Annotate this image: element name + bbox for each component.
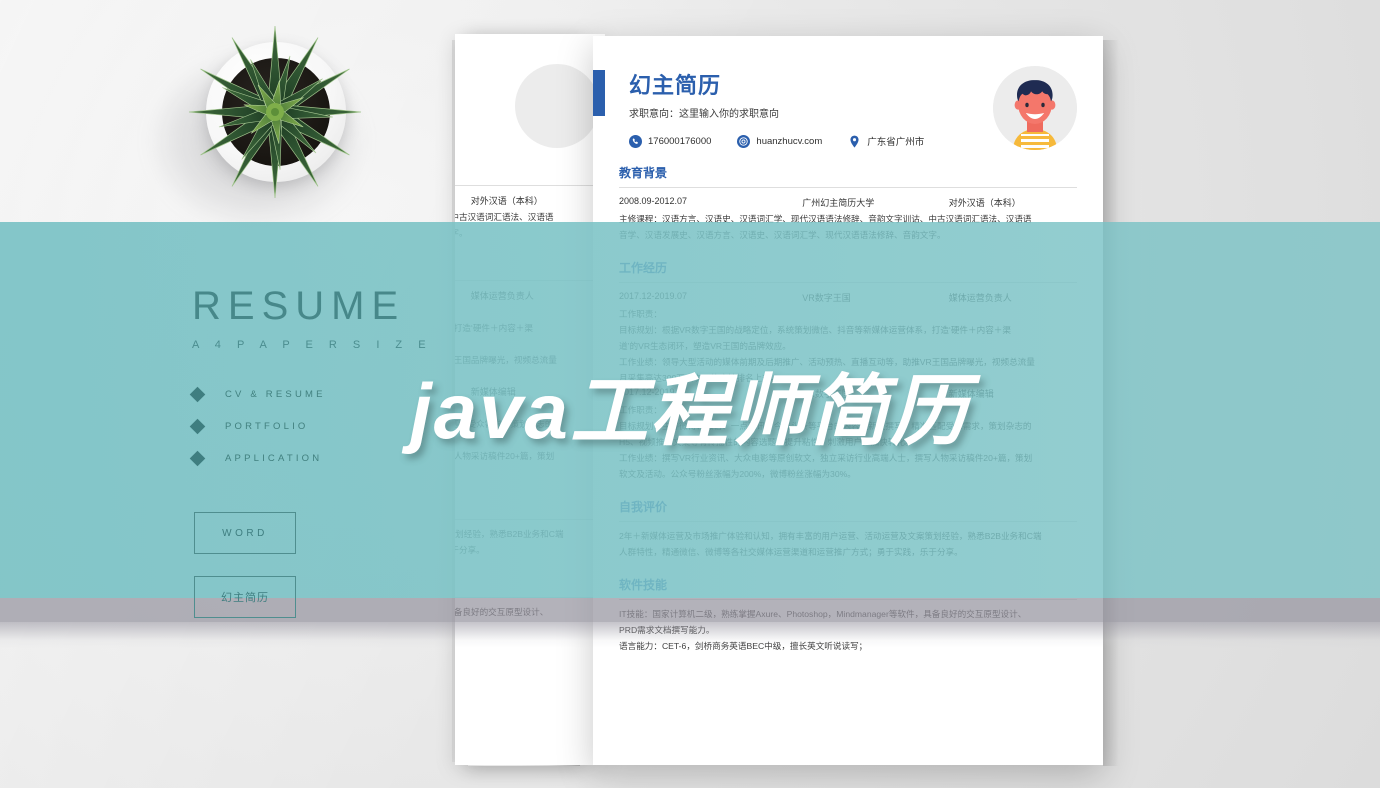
entry-meta-row: 2008.09-2012.07 广州幻主简历大学 对外汉语（本科）	[619, 196, 1077, 209]
screenshot-stage: 幻主简历 求职意向：这里输入你的求职意向 176000176000 huanzh…	[0, 0, 1380, 788]
entry-role: 对外汉语（本科）	[948, 198, 1021, 208]
diamond-bullet-icon	[189, 450, 206, 467]
word-download-button[interactable]: WORD	[194, 512, 296, 554]
avatar	[993, 66, 1077, 150]
contact-email: huanzhucv.com	[737, 134, 823, 148]
band-fade	[0, 622, 1380, 648]
resume-header: 幻主简历 求职意向：这里输入你的求职意向 176000176000 huanzh…	[593, 36, 1103, 150]
section-divider	[455, 185, 599, 186]
contact-location: 广东省广州市	[848, 134, 924, 148]
section-title: 教育背景	[455, 162, 599, 179]
avatar-clone	[515, 64, 599, 148]
overlay-title: java工程师简历	[410, 367, 970, 455]
email-icon	[737, 134, 751, 148]
entry-meta-row: 2008.09-2012.07广州幻主简历大学对外汉语（本科）	[455, 194, 599, 207]
huanzhu-brand-button[interactable]: 幻主简历	[194, 576, 296, 618]
resume-header-clone: 幻主简历 求职意向：这里输入你的求职意向 176000176000 huanzh…	[455, 34, 605, 148]
contact-email-value: huanzhucv.com	[756, 135, 823, 147]
contact-phone-value: 176000176000	[648, 135, 712, 147]
marketing-subtitle: A 4 P A P E R S I Z E	[192, 339, 433, 351]
avatar-illustration-icon	[993, 66, 1077, 150]
entry-org: 广州幻主简历大学	[455, 194, 471, 207]
entry-date: 2008.09-2012.07	[619, 196, 688, 206]
section-title: 教育背景	[619, 166, 668, 180]
succulent-leaves-icon	[188, 25, 362, 199]
section-divider	[619, 187, 1077, 188]
marketing-bullet-label: APPLICATION	[225, 453, 323, 464]
word-button-label: WORD	[222, 527, 268, 539]
header-accent-bar	[593, 70, 605, 116]
succulent-plant-photo	[152, 22, 375, 226]
huanzhu-button-label: 幻主简历	[221, 592, 269, 604]
entry-role: 对外汉语（本科）	[470, 196, 543, 206]
entry-org: 广州幻主简历大学	[802, 198, 875, 208]
phone-icon	[629, 134, 642, 148]
contact-location-value: 广东省广州市	[867, 137, 925, 148]
contact-phone: 176000176000	[629, 134, 712, 148]
location-icon	[850, 135, 859, 148]
marketing-title: RESUME	[192, 284, 406, 328]
